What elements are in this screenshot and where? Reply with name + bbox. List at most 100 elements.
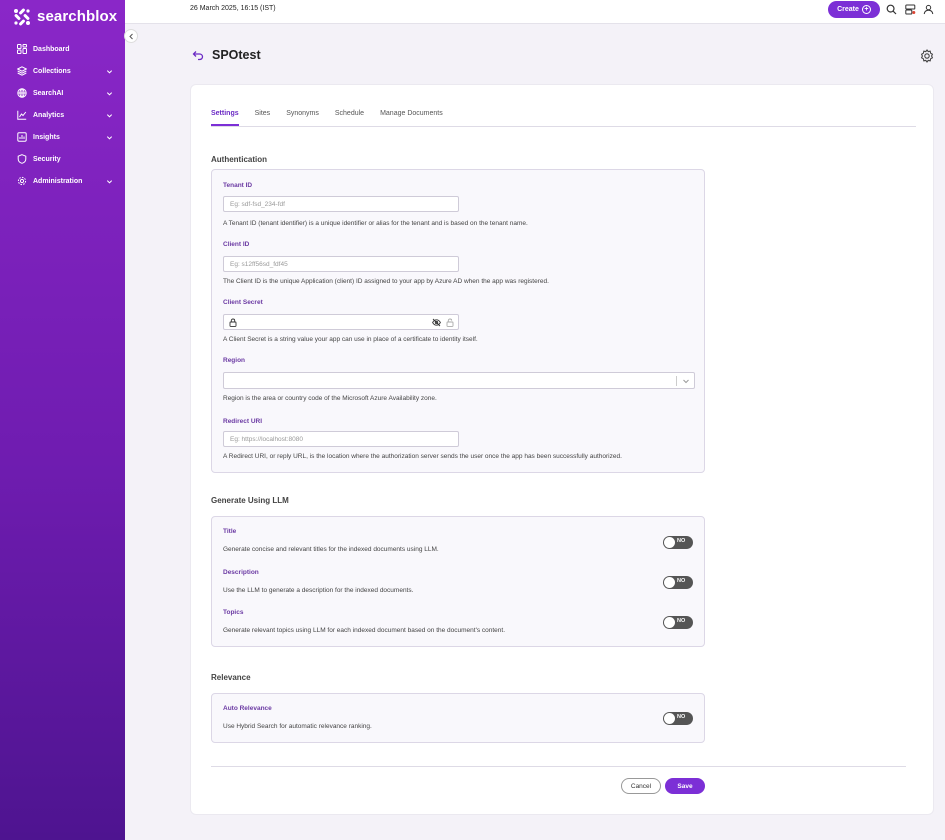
llm-title-toggle[interactable]: NO: [663, 536, 693, 549]
sidebar-nav: Dashboard Collections SearchAI Analytics: [0, 38, 125, 192]
llm-description-help: Use the LLM to generate a description fo…: [223, 587, 414, 594]
chevron-down-icon: [106, 69, 113, 74]
relevance-section-title: Relevance: [211, 673, 251, 682]
sidebar-item-label: Administration: [33, 177, 83, 185]
client-id-input[interactable]: [223, 256, 459, 272]
tab-sites[interactable]: Sites: [255, 110, 271, 126]
sidebar: searchblox Dashboard Collections SearchA…: [0, 0, 125, 840]
shield-icon: [17, 154, 27, 164]
client-secret-help: A Client Secret is a string value your a…: [223, 336, 478, 343]
sidebar-item-insights[interactable]: Insights: [0, 126, 125, 148]
tab-synonyms[interactable]: Synonyms: [286, 110, 319, 126]
tenant-id-input[interactable]: [223, 196, 459, 212]
sidebar-item-label: SearchAI: [33, 89, 64, 97]
save-button[interactable]: Save: [665, 778, 705, 794]
settings-gear-icon[interactable]: [920, 49, 934, 63]
sidebar-item-analytics[interactable]: Analytics: [0, 104, 125, 126]
llm-panel: Title Generate concise and relevant titl…: [211, 516, 705, 647]
authentication-panel: Tenant ID A Tenant ID (tenant identifier…: [211, 169, 705, 473]
page-title: SPOtest: [212, 48, 261, 62]
lock-icon: [229, 318, 237, 327]
tenant-id-help: A Tenant ID (tenant identifier) is a uni…: [223, 220, 528, 227]
client-id-label: Client ID: [223, 241, 250, 248]
auto-relevance-help: Use Hybrid Search for automatic relevanc…: [223, 723, 372, 730]
tab-schedule[interactable]: Schedule: [335, 110, 364, 126]
sidebar-item-dashboard[interactable]: Dashboard: [0, 38, 125, 60]
tab-manage-documents[interactable]: Manage Documents: [380, 110, 443, 126]
authentication-section-title: Authentication: [211, 155, 267, 164]
auto-relevance-label: Auto Relevance: [223, 705, 272, 712]
create-button-label: Create: [837, 6, 859, 13]
sidebar-item-administration[interactable]: Administration: [0, 170, 125, 192]
chevron-down-icon: [106, 113, 113, 118]
chevron-down-icon: [106, 135, 113, 140]
region-help: Region is the area or country code of th…: [223, 395, 437, 402]
llm-description-label: Description: [223, 569, 259, 576]
tenant-id-label: Tenant ID: [223, 182, 253, 189]
brand-logo[interactable]: searchblox: [0, 0, 125, 28]
sidebar-item-label: Analytics: [33, 111, 65, 119]
insights-icon: [17, 132, 27, 142]
search-icon[interactable]: [886, 4, 897, 15]
llm-topics-label: Topics: [223, 609, 244, 616]
sidebar-item-security[interactable]: Security: [0, 148, 125, 170]
llm-description-toggle[interactable]: NO: [663, 576, 693, 589]
chevron-down-icon: [106, 179, 113, 184]
plus-icon: +: [861, 5, 871, 14]
page-header: SPOtest: [192, 48, 261, 62]
toggle-knob: [664, 617, 675, 628]
user-icon[interactable]: [923, 4, 934, 15]
toggle-knob: [664, 537, 675, 548]
toggle-state: NO: [677, 538, 686, 544]
select-separator: [676, 376, 677, 386]
llm-section-title: Generate Using LLM: [211, 496, 289, 505]
llm-topics-help: Generate relevant topics using LLM for e…: [223, 627, 506, 634]
sidebar-item-label: Dashboard: [33, 45, 70, 53]
toggle-state: NO: [677, 578, 686, 584]
top-bar: 26 March 2025, 16:15 (IST) Create +: [125, 0, 945, 24]
analytics-icon: [17, 110, 27, 120]
toggle-state: NO: [677, 618, 686, 624]
sidebar-item-label: Insights: [33, 133, 60, 141]
create-button[interactable]: Create +: [828, 1, 880, 18]
redirect-uri-label: Redirect URI: [223, 418, 263, 425]
dashboard-icon: [17, 44, 27, 54]
toggle-state: NO: [677, 714, 686, 720]
llm-title-label: Title: [223, 528, 237, 535]
client-id-help: The Client ID is the unique Application …: [223, 278, 549, 285]
tab-settings[interactable]: Settings: [211, 110, 239, 126]
client-secret-label: Client Secret: [223, 299, 263, 306]
sidebar-collapse-button[interactable]: [124, 29, 138, 43]
gear-icon: [17, 176, 27, 186]
chevron-left-icon: [128, 33, 133, 39]
chevron-down-icon: [683, 379, 689, 384]
sidebar-item-label: Collections: [33, 67, 71, 75]
settings-card: Settings Sites Synonyms Schedule Manage …: [190, 84, 934, 815]
eye-off-icon[interactable]: [432, 318, 441, 327]
llm-topics-toggle[interactable]: NO: [663, 616, 693, 629]
back-arrow-icon[interactable]: [192, 49, 204, 61]
toggle-knob: [664, 713, 675, 724]
redirect-uri-help: A Redirect URI, or reply URL, is the loc…: [223, 453, 622, 460]
llm-title-help: Generate concise and relevant titles for…: [223, 546, 439, 553]
sidebar-item-searchai[interactable]: SearchAI: [0, 82, 125, 104]
sidebar-item-collections[interactable]: Collections: [0, 60, 125, 82]
searchblox-logo-icon: [14, 8, 30, 25]
relevance-panel: Auto Relevance Use Hybrid Search for aut…: [211, 693, 705, 743]
region-select[interactable]: [223, 372, 695, 389]
toggle-knob: [664, 577, 675, 588]
server-icon[interactable]: [905, 4, 916, 15]
region-label: Region: [223, 357, 246, 364]
brand-name: searchblox: [37, 8, 118, 25]
current-datetime: 26 March 2025, 16:15 (IST): [190, 5, 276, 12]
chevron-down-icon: [106, 91, 113, 96]
client-secret-field[interactable]: [223, 314, 459, 330]
redirect-uri-input[interactable]: [223, 431, 459, 447]
footer-divider: [211, 766, 906, 767]
sidebar-item-label: Security: [33, 155, 61, 163]
tab-bar: Settings Sites Synonyms Schedule Manage …: [211, 110, 916, 127]
auto-relevance-toggle[interactable]: NO: [663, 712, 693, 725]
searchai-icon: [17, 88, 27, 98]
cancel-button[interactable]: Cancel: [621, 778, 661, 794]
password-manager-icon[interactable]: [446, 318, 454, 327]
